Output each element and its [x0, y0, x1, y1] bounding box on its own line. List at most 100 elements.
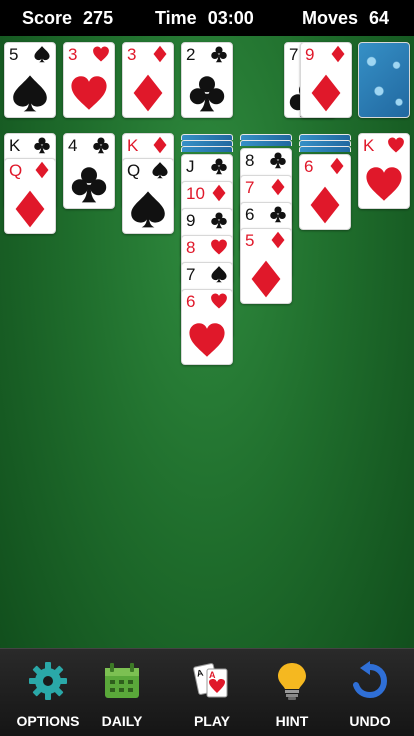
card-rank: 7 [245, 178, 255, 197]
club-icon [210, 45, 228, 63]
diamond-icon [305, 185, 345, 225]
tableau-card[interactable]: Q [4, 158, 56, 234]
card-rank: 8 [245, 151, 255, 170]
club-icon [92, 136, 110, 154]
tableau-card[interactable]: 4 [63, 133, 115, 209]
svg-text:A: A [209, 670, 216, 680]
moves-display: Moves 64 [302, 8, 389, 29]
play-label: PLAY [193, 713, 231, 729]
diamond-icon [269, 178, 287, 196]
card-rank: 3 [68, 45, 78, 64]
heart-icon [69, 73, 109, 113]
spade-icon [128, 189, 168, 229]
diamond-icon [33, 161, 51, 179]
score-display: Score 275 [22, 8, 113, 29]
diamond-icon [246, 259, 286, 299]
club-icon [269, 151, 287, 169]
card-rank: K [9, 136, 21, 155]
tableau-card[interactable]: Q [122, 158, 174, 234]
club-icon [33, 136, 51, 154]
card-rank: 10 [186, 184, 205, 203]
spade-icon [151, 161, 169, 179]
foundation-clubs[interactable]: 2 [181, 42, 233, 118]
bottom-toolbar: OPTIONS DAILY A A PLAY HINT UNDO [0, 648, 414, 736]
card-rank: 6 [304, 157, 314, 176]
spade-icon [33, 45, 51, 63]
tableau-card[interactable]: 6 [299, 154, 351, 230]
club-icon [210, 157, 228, 175]
diamond-icon [329, 45, 347, 63]
undo-button[interactable]: UNDO [330, 649, 410, 736]
facedown-card [299, 146, 351, 152]
card-rank: 2 [186, 45, 196, 64]
hint-button[interactable]: HINT [252, 649, 332, 736]
card-rank: 7 [289, 45, 299, 64]
moves-label: Moves [302, 8, 359, 28]
options-button[interactable]: OPTIONS [8, 649, 88, 736]
tableau-card[interactable]: K [358, 133, 410, 209]
diamond-icon [306, 73, 346, 113]
card-rank: 9 [305, 45, 315, 64]
card-rank: Q [127, 161, 141, 180]
time-label: Time [155, 8, 197, 28]
waste-card-top[interactable]: 9 [300, 42, 352, 118]
card-rank: 9 [186, 211, 196, 230]
options-label: OPTIONS [16, 713, 80, 729]
club-icon [187, 73, 227, 113]
cards-icon: A A [193, 663, 228, 698]
diamond-icon [328, 157, 346, 175]
facedown-card [240, 140, 292, 146]
foundation-hearts[interactable]: 3 [63, 42, 115, 118]
diamond-icon [128, 73, 168, 113]
card-rank: 7 [186, 265, 196, 284]
diamond-icon [151, 136, 169, 154]
heart-icon [210, 238, 228, 256]
score-value: 275 [83, 8, 114, 28]
card-rank: K [363, 136, 375, 155]
hint-label: HINT [275, 713, 309, 729]
tableau-card[interactable]: 5 [240, 228, 292, 304]
card-rank: 5 [9, 45, 19, 64]
time-value: 03:00 [207, 8, 254, 28]
daily-button[interactable]: DAILY [82, 649, 162, 736]
card-rank: J [186, 157, 195, 176]
diamond-icon [10, 189, 50, 229]
diamond-icon [210, 184, 228, 202]
heart-icon [210, 292, 228, 310]
undo-label: UNDO [349, 713, 391, 729]
diamond-icon [269, 231, 287, 249]
card-rank: 6 [245, 205, 255, 224]
daily-label: DAILY [101, 713, 143, 729]
diamond-icon [151, 45, 169, 63]
spade-icon [210, 265, 228, 283]
card-rank: Q [9, 161, 23, 180]
card-rank: 6 [186, 292, 196, 311]
calendar-icon [105, 663, 139, 698]
play-button[interactable]: A A PLAY [172, 649, 252, 736]
club-icon [69, 164, 109, 204]
moves-value: 64 [369, 8, 390, 28]
heart-icon [387, 136, 405, 154]
gear-icon [29, 662, 67, 700]
time-display: Time 03:00 [155, 8, 254, 29]
card-rank: 5 [245, 231, 255, 250]
card-rank: 3 [127, 45, 137, 64]
undo-arrow-icon [353, 661, 388, 699]
heart-icon [92, 45, 110, 63]
card-rank: 4 [68, 136, 78, 155]
status-bar: Score 275 Time 03:00 Moves 64 [0, 0, 414, 36]
score-label: Score [22, 8, 73, 28]
heart-icon [187, 320, 227, 360]
card-rank: K [127, 136, 139, 155]
tableau-card[interactable]: 6 [181, 289, 233, 365]
facedown-card [181, 146, 233, 152]
foundation-spades[interactable]: 5 [4, 42, 56, 118]
lightbulb-icon [278, 663, 306, 700]
club-icon [269, 205, 287, 223]
spade-icon [10, 73, 50, 113]
card-rank: 8 [186, 238, 196, 257]
stock-pile[interactable] [358, 42, 410, 118]
foundation-diamonds[interactable]: 3 [122, 42, 174, 118]
club-icon [210, 211, 228, 229]
heart-icon [364, 164, 404, 204]
